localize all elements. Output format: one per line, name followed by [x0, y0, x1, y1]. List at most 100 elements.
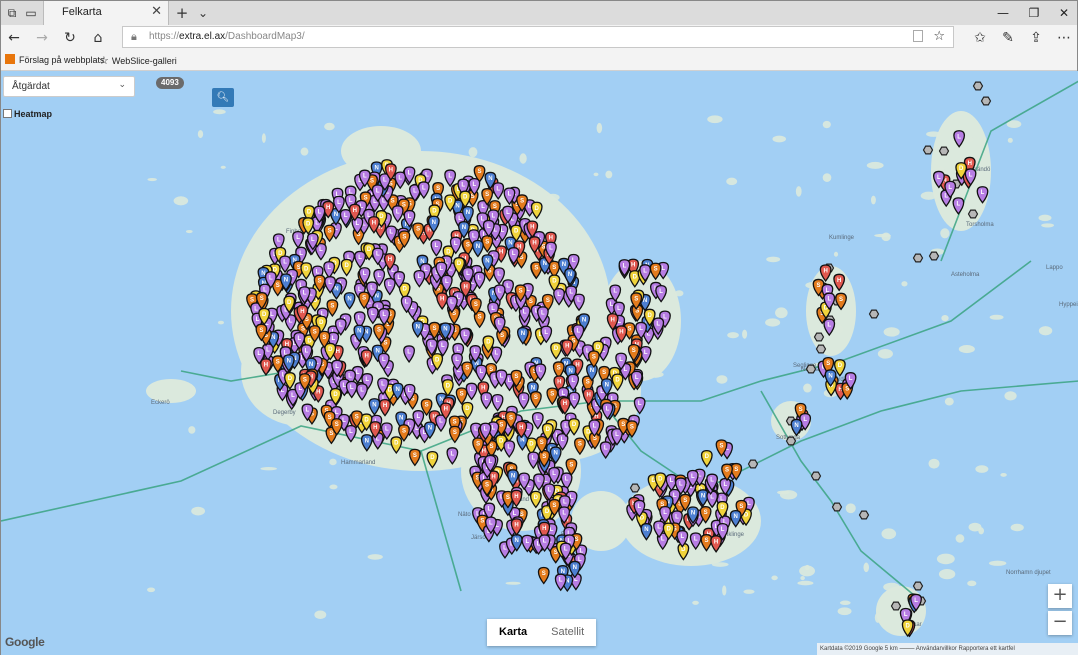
- marker-letter: L: [914, 598, 918, 604]
- close-icon[interactable]: ✕: [151, 4, 162, 19]
- marker-letter: S: [490, 444, 494, 450]
- islet-shape: [546, 193, 560, 201]
- islet-shape: [1007, 137, 1013, 143]
- marker-letter: L: [489, 521, 493, 527]
- marker-letter: H: [514, 494, 518, 500]
- marker-letter: S: [499, 423, 503, 429]
- marker-letter: L: [613, 289, 617, 295]
- tab-list-icon[interactable]: ⌄: [195, 5, 211, 21]
- forward-icon[interactable]: →: [32, 28, 52, 48]
- tab-felkarta[interactable]: Felkarta ✕: [43, 1, 169, 25]
- tab-aside-icon[interactable]: ▭: [23, 5, 39, 21]
- marker-letter: D: [402, 286, 407, 292]
- marker-letter: D: [648, 313, 653, 319]
- marker-letter: L: [376, 436, 380, 442]
- place-label: Hammarland: [341, 460, 375, 466]
- marker-letter: S: [328, 229, 332, 235]
- more-icon[interactable]: ⋯: [1054, 28, 1074, 48]
- marker-letter: S: [322, 335, 326, 341]
- islet-shape: [765, 318, 781, 327]
- marker-letter: L: [363, 174, 367, 180]
- marker-letter: S: [534, 395, 538, 401]
- marker-letter: S: [542, 454, 546, 460]
- marker-letter: D: [287, 300, 292, 306]
- marker-letter: L: [572, 396, 576, 402]
- marker-letter: L: [257, 351, 261, 357]
- marker-letter: N: [562, 262, 566, 268]
- station-hex-marker: [928, 251, 940, 261]
- refresh-icon[interactable]: ↻: [60, 28, 80, 48]
- marker-letter: L: [577, 328, 581, 334]
- islet-shape: [1010, 523, 1024, 532]
- marker-letter: L: [500, 374, 504, 380]
- marker-letter: L: [569, 290, 573, 296]
- search-button[interactable]: 🔍︎: [212, 88, 234, 107]
- marker-letter: N: [462, 225, 466, 231]
- marker-letter: H: [264, 362, 268, 368]
- favorites-icon[interactable]: ✩: [970, 28, 990, 48]
- marker-letter: L: [572, 258, 576, 264]
- marker-letter: H: [389, 167, 393, 173]
- marker-letter: L: [423, 327, 427, 333]
- marker-letter: S: [509, 415, 513, 421]
- marker-letter: S: [845, 386, 849, 392]
- islet-shape: [505, 581, 521, 585]
- place-label: Asteholma: [951, 272, 980, 278]
- marker-letter: L: [405, 300, 409, 306]
- marker-letter: N: [643, 298, 647, 304]
- marker-letter: S: [519, 289, 523, 295]
- marker-letter: H: [549, 236, 553, 242]
- map-type-karta[interactable]: Karta: [487, 619, 539, 646]
- marker-letter: S: [520, 198, 524, 204]
- home-icon[interactable]: ⌂: [88, 28, 108, 48]
- marker-letter: H: [440, 296, 444, 302]
- marker-letter: S: [592, 354, 596, 360]
- marker-letter: L: [489, 459, 493, 465]
- marker-letter: S: [303, 377, 307, 383]
- marker-letter: D: [666, 527, 671, 533]
- islet-shape: [596, 122, 603, 134]
- marker-letter: D: [465, 406, 470, 412]
- marker-letter: S: [355, 415, 359, 421]
- marker-letter: L: [694, 537, 698, 543]
- marker-letter: L: [710, 478, 714, 484]
- marker-letter: L: [635, 375, 639, 381]
- marker-letter: L: [661, 537, 665, 543]
- zoom-out-icon[interactable]: −: [1048, 611, 1072, 635]
- marker-letter: S: [370, 178, 374, 184]
- islet-shape: [521, 272, 526, 277]
- marker-letter: S: [569, 462, 573, 468]
- address-bar[interactable]: 🔒︎ https://extra.el.ax/DashboardMap3/ ☆: [122, 26, 954, 48]
- close-icon[interactable]: ✕: [1049, 3, 1078, 23]
- map-attribution[interactable]: Kartdata ©2019 Google 5 km ⎯⎯⎯⎯⎯ Använda…: [817, 643, 1078, 655]
- place-label: Hyppeis: [1059, 302, 1078, 308]
- marker-letter: L: [657, 525, 661, 531]
- islet-shape: [822, 173, 832, 182]
- new-tab-icon[interactable]: +: [174, 5, 190, 21]
- favorite-link-suggested[interactable]: Förslag på webbplats: [5, 54, 105, 65]
- map-canvas[interactable]: FinboDegerbyHammarlandEckeröNätoJärsoLem…: [1, 71, 1078, 655]
- islet-shape: [1038, 214, 1052, 222]
- map-type-satellit[interactable]: Satellit: [539, 619, 596, 646]
- zoom-in-icon[interactable]: +: [1048, 584, 1072, 608]
- back-icon[interactable]: ←: [4, 28, 24, 48]
- minimize-icon[interactable]: —: [988, 3, 1018, 23]
- marker-letter: L: [643, 268, 647, 274]
- favorite-link-webslice[interactable]: ☆ WebSlice-galleri: [99, 54, 177, 67]
- islet-shape: [314, 610, 327, 619]
- heatmap-toggle[interactable]: Heatmap: [3, 109, 52, 123]
- favorite-star-icon[interactable]: ☆: [933, 29, 945, 44]
- heatmap-checkbox[interactable]: [3, 109, 12, 118]
- reading-view-icon[interactable]: [913, 30, 923, 42]
- status-filter-select[interactable]: Åtgärdat ⌄: [3, 76, 135, 97]
- marker-letter: N: [309, 362, 313, 368]
- marker-letter: D: [720, 505, 725, 511]
- marker-letter: L: [543, 538, 547, 544]
- share-icon[interactable]: ⇪: [1026, 28, 1046, 48]
- restore-icon[interactable]: ❐: [1019, 3, 1049, 23]
- tab-actions-icon[interactable]: ⧉: [4, 5, 20, 21]
- station-hex-marker: [922, 145, 934, 155]
- marker-letter: L: [503, 545, 507, 551]
- notes-icon[interactable]: ✎: [998, 28, 1018, 48]
- islet-shape: [649, 371, 664, 378]
